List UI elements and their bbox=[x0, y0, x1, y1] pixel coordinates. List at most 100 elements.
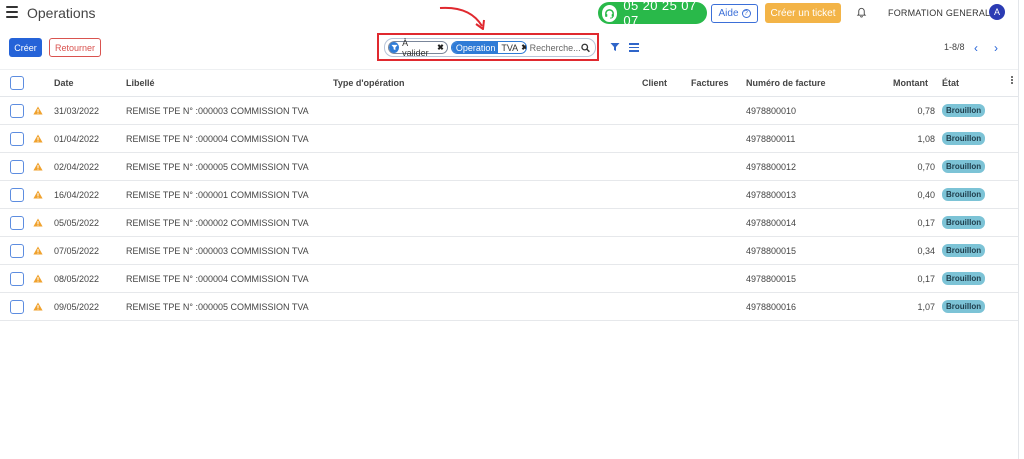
status-badge: Brouillon bbox=[942, 104, 986, 117]
column-montant[interactable]: Montant bbox=[893, 70, 928, 96]
warning-icon bbox=[33, 274, 43, 283]
row-checkbox[interactable] bbox=[10, 215, 24, 230]
remove-groupby-icon[interactable]: ✖ bbox=[521, 43, 525, 52]
row-checkbox[interactable] bbox=[10, 187, 24, 202]
warning-icon bbox=[33, 218, 43, 227]
warning-icon bbox=[33, 134, 43, 143]
search-bar[interactable]: À valider ✖ Operation TVA ✖ Recherche... bbox=[384, 38, 596, 58]
cell-libelle: REMISE TPE N° :000004 COMMISSION TVA bbox=[126, 133, 309, 144]
status-badge: Brouillon bbox=[942, 160, 986, 173]
pager-next-button[interactable]: › bbox=[994, 41, 998, 55]
cell-montant: 1,08 bbox=[917, 133, 935, 144]
cell-numero: 4978800013 bbox=[746, 189, 797, 200]
row-checkbox[interactable] bbox=[10, 103, 24, 118]
scrollbar-track bbox=[1018, 0, 1019, 459]
help-icon: ? bbox=[741, 9, 751, 18]
pager-value[interactable]: 1-8/8 bbox=[944, 42, 965, 52]
cell-montant: 0,17 bbox=[917, 217, 935, 228]
company-name[interactable]: FORMATION GENERALE bbox=[888, 8, 996, 18]
column-etat[interactable]: État bbox=[942, 70, 959, 96]
row-checkbox[interactable] bbox=[10, 243, 24, 258]
cell-date: 05/05/2022 bbox=[54, 217, 100, 228]
cell-date: 08/05/2022 bbox=[54, 273, 100, 284]
optional-columns-kebab-icon[interactable] bbox=[1011, 76, 1014, 86]
cell-date: 01/04/2022 bbox=[54, 133, 100, 144]
table-body: 31/03/2022 REMISE TPE N° :000003 COMMISS… bbox=[0, 97, 1018, 321]
groupby-facet[interactable]: Operation TVA ✖ bbox=[450, 41, 527, 54]
warning-icon bbox=[33, 190, 43, 199]
annotation-arrow bbox=[439, 6, 485, 30]
cell-numero: 4978800011 bbox=[746, 133, 796, 144]
row-checkbox[interactable] bbox=[10, 159, 24, 174]
filter-toggle-icon[interactable] bbox=[610, 42, 620, 52]
column-factures[interactable]: Factures bbox=[691, 70, 729, 96]
pager-previous-button[interactable]: ‹ bbox=[974, 41, 978, 55]
groupby-facet-value-text: TVA bbox=[501, 42, 519, 53]
table-row[interactable]: 01/04/2022 REMISE TPE N° :000004 COMMISS… bbox=[0, 125, 1018, 153]
row-checkbox[interactable] bbox=[10, 299, 24, 314]
cell-libelle: REMISE TPE N° :000005 COMMISSION TVA bbox=[126, 161, 309, 172]
create-ticket-button[interactable]: Créer un ticket bbox=[765, 3, 841, 23]
cell-date: 09/05/2022 bbox=[54, 301, 100, 312]
column-libelle[interactable]: Libellé bbox=[126, 70, 155, 96]
create-button[interactable]: Créer bbox=[9, 38, 42, 57]
status-badge: Brouillon bbox=[942, 244, 986, 257]
table-row[interactable]: 02/04/2022 REMISE TPE N° :000005 COMMISS… bbox=[0, 153, 1018, 181]
help-label: Aide bbox=[718, 8, 739, 19]
column-type[interactable]: Type d'opération bbox=[333, 70, 404, 96]
table-row[interactable]: 31/03/2022 REMISE TPE N° :000003 COMMISS… bbox=[0, 97, 1018, 125]
avatar[interactable]: A bbox=[989, 4, 1005, 20]
cell-libelle: REMISE TPE N° :000002 COMMISSION TVA bbox=[126, 217, 309, 228]
cell-numero: 4978800015 bbox=[746, 245, 797, 256]
status-badge: Brouillon bbox=[942, 132, 986, 145]
top-bar: Operations 05 20 25 07 07 Aide ? Créer u… bbox=[0, 0, 1024, 28]
search-icon[interactable] bbox=[580, 43, 590, 53]
table-row[interactable]: 08/05/2022 REMISE TPE N° :000004 COMMISS… bbox=[0, 265, 1018, 293]
status-badge: Brouillon bbox=[942, 188, 986, 201]
groupby-facet-value: TVA ✖ bbox=[498, 42, 525, 53]
cell-date: 31/03/2022 bbox=[54, 105, 100, 116]
filter-icon bbox=[389, 42, 400, 53]
cell-libelle: REMISE TPE N° :000004 COMMISSION TVA bbox=[126, 273, 309, 284]
cell-date: 16/04/2022 bbox=[54, 189, 100, 200]
cell-numero: 4978800012 bbox=[746, 161, 797, 172]
select-all-checkbox[interactable] bbox=[10, 76, 24, 90]
warning-icon bbox=[33, 106, 43, 115]
help-button[interactable]: Aide ? bbox=[711, 4, 758, 23]
filter-facet[interactable]: À valider ✖ bbox=[388, 38, 448, 58]
cell-date: 07/05/2022 bbox=[54, 245, 100, 256]
column-client[interactable]: Client bbox=[642, 70, 667, 96]
groupby-facet-label: Operation bbox=[451, 42, 499, 53]
remove-filter-icon[interactable]: ✖ bbox=[437, 43, 444, 52]
table-row[interactable]: 07/05/2022 REMISE TPE N° :000003 COMMISS… bbox=[0, 237, 1018, 265]
cell-numero: 4978800010 bbox=[746, 105, 797, 116]
table-row[interactable]: 05/05/2022 REMISE TPE N° :000002 COMMISS… bbox=[0, 209, 1018, 237]
cell-numero: 4978800014 bbox=[746, 217, 797, 228]
warning-icon bbox=[33, 246, 43, 255]
headset-icon bbox=[602, 4, 618, 22]
cell-date: 02/04/2022 bbox=[54, 161, 100, 172]
cell-numero: 4978800016 bbox=[746, 301, 797, 312]
menu-icon[interactable] bbox=[6, 6, 18, 18]
search-input[interactable]: Recherche... bbox=[530, 43, 581, 53]
column-date[interactable]: Date bbox=[54, 70, 74, 96]
cell-libelle: REMISE TPE N° :000001 COMMISSION TVA bbox=[126, 189, 309, 200]
row-checkbox[interactable] bbox=[10, 131, 24, 146]
table-header: Date Libellé Type d'opération Client Fac… bbox=[0, 69, 1018, 97]
groupby-toggle-icon[interactable] bbox=[629, 43, 639, 52]
status-badge: Brouillon bbox=[942, 300, 986, 313]
return-button[interactable]: Retourner bbox=[49, 38, 101, 57]
column-numero[interactable]: Numéro de facture bbox=[746, 70, 826, 96]
table-row[interactable]: 09/05/2022 REMISE TPE N° :000005 COMMISS… bbox=[0, 293, 1018, 321]
phone-number: 05 20 25 07 07 bbox=[623, 0, 697, 28]
bell-icon[interactable] bbox=[856, 6, 867, 18]
cell-montant: 0,17 bbox=[917, 273, 935, 284]
cell-montant: 0,34 bbox=[917, 245, 935, 256]
cell-montant: 1,07 bbox=[917, 301, 935, 312]
row-checkbox[interactable] bbox=[10, 271, 24, 286]
phone-support-button[interactable]: 05 20 25 07 07 bbox=[598, 0, 707, 28]
status-badge: Brouillon bbox=[942, 216, 986, 229]
warning-icon bbox=[33, 162, 43, 171]
table-row[interactable]: 16/04/2022 REMISE TPE N° :000001 COMMISS… bbox=[0, 181, 1018, 209]
page-title: Operations bbox=[27, 5, 96, 21]
